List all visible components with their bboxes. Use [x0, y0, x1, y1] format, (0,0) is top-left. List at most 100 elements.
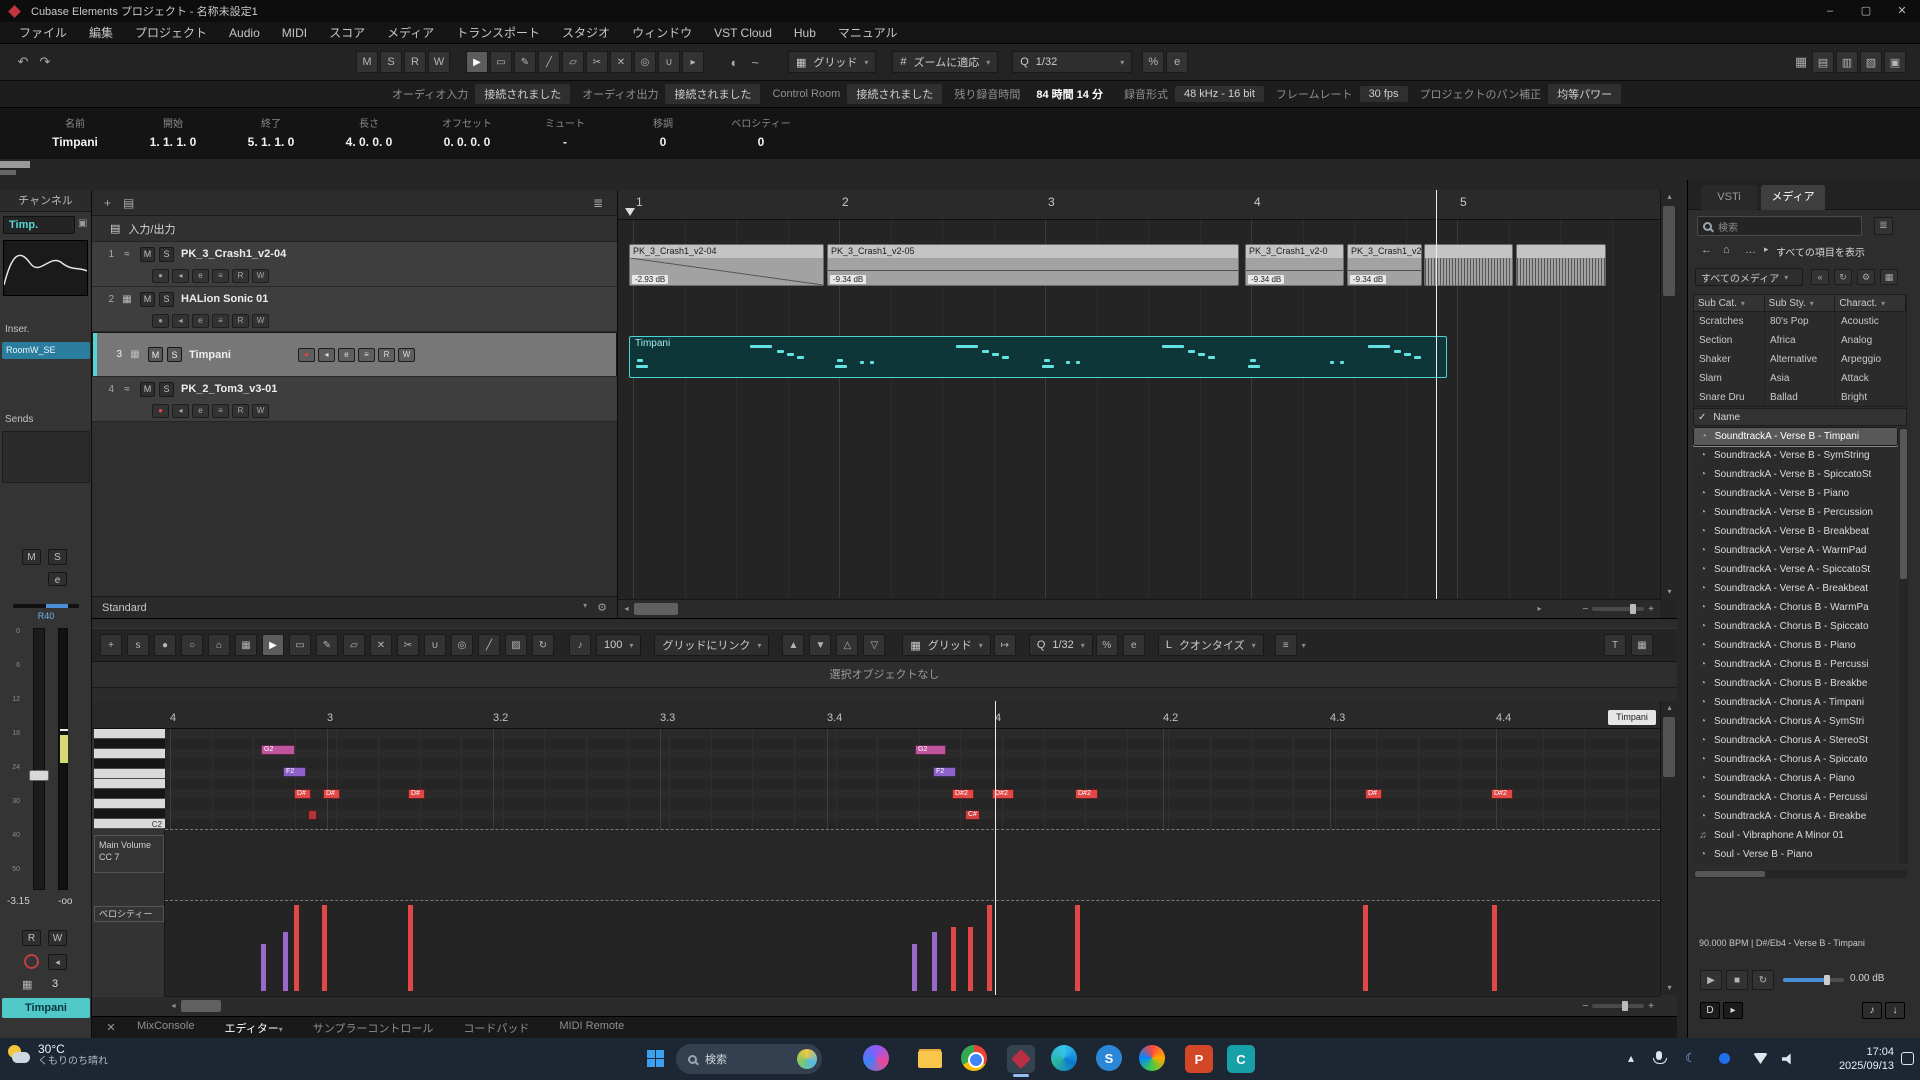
- vscroll-thumb[interactable]: [1663, 206, 1675, 296]
- tab-media[interactable]: メディア: [1761, 185, 1825, 210]
- track-write-button[interactable]: W: [252, 314, 269, 328]
- quantize-panel-button[interactable]: e: [1123, 634, 1145, 656]
- view-grid-icon[interactable]: ▦: [1880, 269, 1898, 285]
- zoom-tool[interactable]: ◎: [451, 634, 473, 656]
- arrange-vscrollbar[interactable]: ▴ ▾: [1660, 190, 1677, 599]
- track-write-button[interactable]: W: [252, 404, 269, 418]
- weather-widget[interactable]: 30°C くもりのち晴れ: [8, 1042, 108, 1068]
- tab-コードパッド[interactable]: コードパッド: [448, 1020, 544, 1036]
- notification-icon[interactable]: [1901, 1052, 1914, 1065]
- line-tool[interactable]: ╱: [538, 51, 560, 73]
- insert-note-icon[interactable]: ♪: [1862, 1002, 1882, 1019]
- menu-item-スタジオ[interactable]: スタジオ: [551, 24, 621, 41]
- filter-value-Alternative[interactable]: Alternative: [1765, 350, 1836, 369]
- vscroll-thumb[interactable]: [1663, 717, 1675, 777]
- piano-key[interactable]: [94, 739, 165, 749]
- midi-note-D#[interactable]: D#: [294, 789, 311, 799]
- night-light-icon[interactable]: ☾: [1685, 1051, 1696, 1065]
- audio-event-waveform[interactable]: [1424, 244, 1513, 286]
- piano-key[interactable]: [94, 729, 165, 739]
- media-item[interactable]: ◔SoundtrackA - Verse A - Breakbeat: [1693, 579, 1898, 598]
- track-channel-button[interactable]: ≡: [358, 348, 375, 362]
- more-icon[interactable]: …: [1745, 244, 1756, 256]
- velocity-bar[interactable]: [261, 944, 266, 991]
- info-field-終了[interactable]: 終了5. 1. 1. 0: [222, 108, 320, 159]
- zoom-tool[interactable]: ◎: [634, 51, 656, 73]
- media-item[interactable]: ◔SoundtrackA - Chorus B - Breakbe: [1693, 674, 1898, 693]
- controller-lane-label[interactable]: Main Volume CC 7: [94, 835, 164, 873]
- editor-snap-select[interactable]: ▦ グリッド ▾: [902, 634, 990, 656]
- filter-value-Scratches[interactable]: Scratches: [1694, 312, 1765, 331]
- zoom-slider[interactable]: [1592, 1004, 1644, 1008]
- tab-エディター[interactable]: エディター▾: [209, 1020, 297, 1036]
- menu-item-MIDI[interactable]: MIDI: [271, 26, 318, 40]
- media-hscrollbar[interactable]: [1693, 870, 1907, 878]
- filter-column-header-Charact.[interactable]: Charact.▾: [1835, 295, 1906, 311]
- filter-value-Arpeggio[interactable]: Arpeggio: [1836, 350, 1907, 369]
- velocity-bar[interactable]: [283, 932, 288, 991]
- midi-note-F2[interactable]: F2: [283, 767, 306, 777]
- status-value[interactable]: 均等パワー: [1548, 84, 1621, 104]
- part-image-icon[interactable]: ▨: [505, 634, 527, 656]
- note-grid[interactable]: G2F2D#D#D#G2F2D#2D#2C#D#2D#D#2: [165, 729, 1660, 829]
- media-item[interactable]: ◔SoundtrackA - Chorus A - Percussi: [1693, 788, 1898, 807]
- layout-right-zone-button[interactable]: ▧: [1860, 51, 1882, 73]
- info-field-開始[interactable]: 開始1. 1. 1. 0: [124, 108, 222, 159]
- media-item[interactable]: ◔SoundtrackA - Chorus B - Piano: [1693, 636, 1898, 655]
- midi-note-D#[interactable]: D#: [1365, 789, 1382, 799]
- media-item[interactable]: ◔SoundtrackA - Chorus A - SymStri: [1693, 712, 1898, 731]
- scroll-up-icon[interactable]: ▴: [1661, 701, 1678, 715]
- zoom-slider[interactable]: [1592, 607, 1644, 611]
- arrange-area[interactable]: 12345 PK_3_Crash1_v2-04-2.93 dBPK_3_Cras…: [618, 190, 1677, 618]
- wifi-icon[interactable]: [1753, 1053, 1768, 1064]
- track-read-button[interactable]: R: [232, 314, 249, 328]
- scroll-left-icon[interactable]: ◂: [165, 999, 182, 1013]
- record-in-editor-button[interactable]: ●: [154, 634, 176, 656]
- velocity-lane-label[interactable]: ベロシティー: [94, 906, 164, 922]
- track-record-button[interactable]: ●: [152, 404, 169, 418]
- media-item[interactable]: ◔SoundtrackA - Verse B - SymString: [1693, 446, 1898, 465]
- audio-event-PK_3_Crash1_v2-0[interactable]: PK_3_Crash1_v2-0-9.34 dB: [1245, 244, 1344, 286]
- track-preset-row[interactable]: Standard ▾ ⚙: [92, 596, 617, 618]
- move-up-button[interactable]: ▲: [782, 634, 804, 656]
- menu-item-ファイル[interactable]: ファイル: [8, 24, 78, 41]
- erase-tool[interactable]: ▱: [562, 51, 584, 73]
- media-type-select[interactable]: すべてのメディア ▾: [1695, 268, 1803, 286]
- track-read-button[interactable]: R: [232, 404, 249, 418]
- close-button[interactable]: ✕: [1884, 0, 1920, 22]
- piano-key[interactable]: C2: [94, 819, 165, 829]
- maximize-button[interactable]: ▢: [1848, 0, 1884, 22]
- track-monitor-button[interactable]: ◂: [172, 269, 189, 283]
- sends-slot[interactable]: [2, 431, 90, 483]
- track-solo-button[interactable]: S: [159, 382, 174, 397]
- menu-item-プロジェクト[interactable]: プロジェクト: [124, 24, 218, 41]
- piano-key[interactable]: [94, 769, 165, 779]
- track-edit-button[interactable]: e: [192, 314, 209, 328]
- media-item[interactable]: ◔SoundtrackA - Chorus A - Breakbe: [1693, 807, 1898, 826]
- media-item[interactable]: ◔SoundtrackA - Chorus B - Spiccato: [1693, 617, 1898, 636]
- text-tool-icon[interactable]: T: [1604, 634, 1626, 656]
- move-down-button[interactable]: ▼: [809, 634, 831, 656]
- filter-column-header-Sub Cat.[interactable]: Sub Cat.▾: [1694, 295, 1765, 311]
- split-tool[interactable]: ✂: [397, 634, 419, 656]
- acoustic-feedback-button[interactable]: ○: [181, 634, 203, 656]
- filter-value-Acoustic[interactable]: Acoustic: [1836, 312, 1907, 331]
- piano-key[interactable]: [94, 809, 165, 819]
- status-value[interactable]: 84 時間 14 分: [1027, 84, 1112, 104]
- media-item[interactable]: ◔SoundtrackA - Verse B - Piano: [1693, 484, 1898, 503]
- grid-type-select[interactable]: # ズームに適応 ▾: [892, 51, 998, 73]
- sends-label[interactable]: Sends: [5, 414, 33, 425]
- menu-item-Hub[interactable]: Hub: [783, 26, 827, 40]
- iterative-quantize-button[interactable]: %: [1142, 51, 1164, 73]
- taskbar-app-cubase-file[interactable]: C: [1227, 1045, 1255, 1073]
- track-record-button[interactable]: ●: [152, 314, 169, 328]
- media-list-scrollbar[interactable]: [1899, 427, 1908, 864]
- pan-slider[interactable]: [13, 604, 79, 608]
- info-field-長さ[interactable]: 長さ4. 0. 0. 0: [320, 108, 418, 159]
- project-playhead[interactable]: [1436, 190, 1437, 599]
- scroll-left-icon[interactable]: ◂: [618, 602, 635, 616]
- speaker-icon[interactable]: [1782, 1053, 1796, 1065]
- snap-type-select[interactable]: ▦ グリッド ▾: [788, 51, 876, 73]
- zoom-slider-thumb[interactable]: [1630, 604, 1636, 614]
- lanes-icon[interactable]: ≡: [1275, 634, 1297, 656]
